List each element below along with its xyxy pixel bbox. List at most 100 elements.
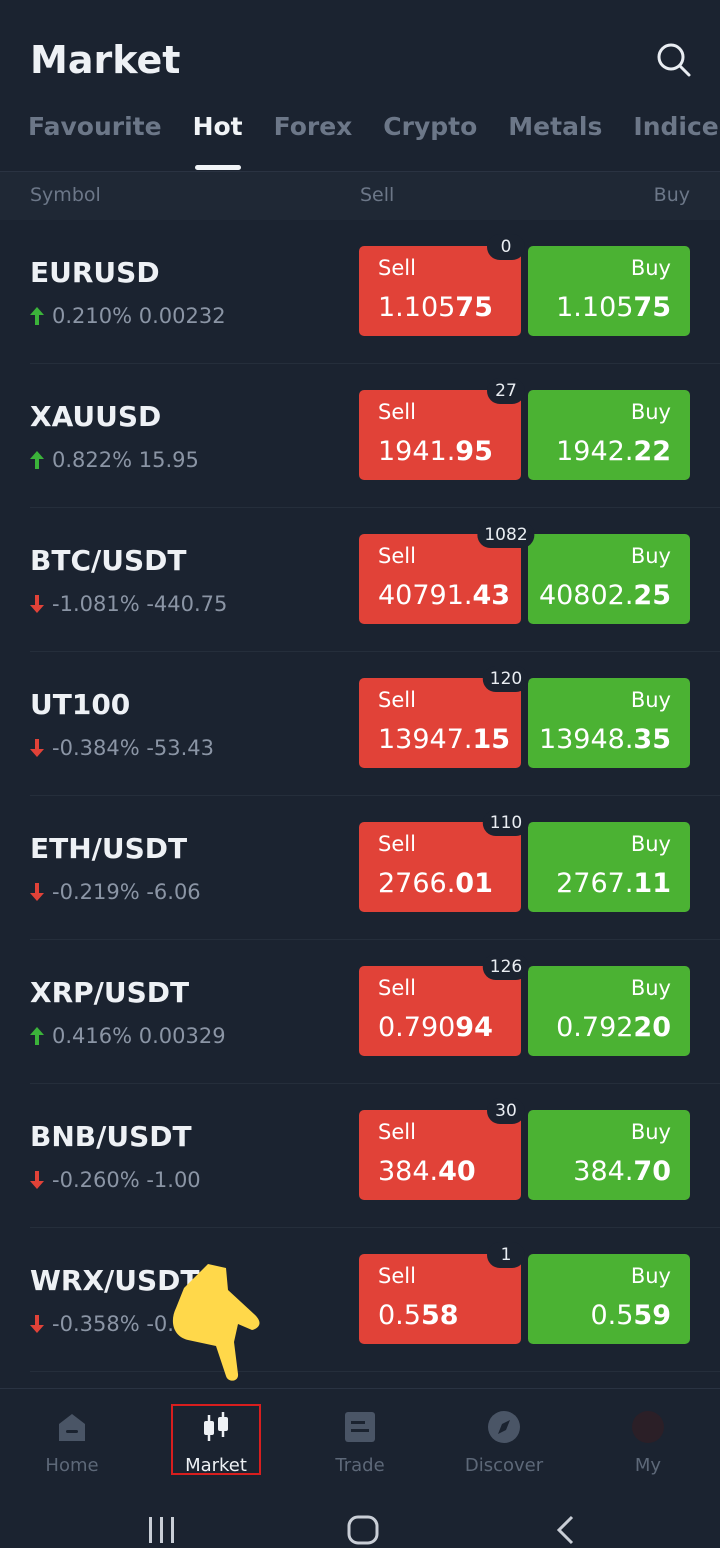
- market-row[interactable]: EURUSD 0.210% 0.00232 Sell 1.10575 Buy 1…: [30, 220, 720, 364]
- arrow-up-icon: [30, 1027, 44, 1045]
- buy-price-main: 2767.: [556, 868, 634, 899]
- arrow-up-icon: [30, 451, 44, 469]
- market-row[interactable]: UT100 -0.384% -53.43 Sell 13947.15 Buy 1…: [30, 652, 720, 796]
- buy-button[interactable]: Buy 384.70: [528, 1110, 690, 1200]
- arrow-down-icon: [30, 883, 44, 901]
- nav-my[interactable]: My: [576, 1389, 720, 1489]
- arrow-down-icon: [30, 1315, 44, 1333]
- price-change: -0.219% -6.06: [30, 880, 201, 904]
- home-icon: [59, 1414, 85, 1441]
- recent-apps-icon[interactable]: [149, 1517, 174, 1543]
- sell-price-main: 40791.: [378, 580, 473, 611]
- market-highlight-box: [171, 1404, 261, 1475]
- sell-price: 40791.43: [378, 580, 510, 611]
- sell-label: Sell: [378, 256, 416, 280]
- arrow-down-icon: [30, 595, 44, 613]
- buy-button[interactable]: Buy 2767.11: [528, 822, 690, 912]
- buy-label: Buy: [630, 1120, 671, 1144]
- nav-trade[interactable]: Trade: [288, 1389, 432, 1489]
- nav-my-label: My: [634, 1455, 662, 1476]
- spread-badge: 30: [487, 1098, 525, 1124]
- buy-price-pips: 20: [633, 1012, 671, 1043]
- buy-button[interactable]: Buy 1942.22: [528, 390, 690, 480]
- buy-label: Buy: [630, 256, 671, 280]
- symbol-name: BNB/USDT: [30, 1120, 192, 1153]
- buy-price-pips: 75: [633, 292, 671, 323]
- sell-price-main: 1941.: [378, 436, 456, 467]
- sell-label: Sell: [378, 1264, 416, 1288]
- buy-button[interactable]: Buy 0.79220: [528, 966, 690, 1056]
- sell-price-main: 13947.: [378, 724, 473, 755]
- back-icon[interactable]: [556, 1515, 574, 1545]
- bottom-navigation: Home Market Trade Discover My: [0, 1388, 720, 1488]
- tab-forex[interactable]: Forex: [274, 112, 353, 172]
- buy-button[interactable]: Buy 0.559: [528, 1254, 690, 1344]
- sell-price-pips: 94: [455, 1012, 493, 1043]
- sell-price-pips: 95: [455, 436, 493, 467]
- buy-label: Buy: [630, 400, 671, 424]
- price-change-text: 0.210% 0.00232: [52, 304, 226, 328]
- sell-label: Sell: [378, 400, 416, 424]
- market-row[interactable]: XAUUSD 0.822% 15.95 Sell 1941.95 Buy 194…: [30, 364, 720, 508]
- sell-price-main: 1.105: [378, 292, 456, 323]
- sell-price-pips: 75: [455, 292, 493, 323]
- market-row[interactable]: WRX/USDT -0.358% -0. Sell 0.558 Buy 0.55…: [30, 1228, 720, 1372]
- tab-metals[interactable]: Metals: [508, 112, 602, 172]
- buy-button[interactable]: Buy 40802.25: [528, 534, 690, 624]
- sell-price-pips: 40: [438, 1156, 476, 1187]
- spread-badge: 120: [482, 666, 530, 692]
- sell-price-pips: 58: [420, 1300, 459, 1331]
- arrow-up-icon: [30, 307, 44, 325]
- tab-crypto[interactable]: Crypto: [383, 112, 477, 172]
- spread-badge: 27: [487, 378, 525, 404]
- market-row[interactable]: XRP/USDT 0.416% 0.00329 Sell 0.79094 Buy…: [30, 940, 720, 1084]
- nav-discover[interactable]: Discover: [432, 1389, 576, 1489]
- spread-badge: 1: [487, 1242, 525, 1268]
- column-sell: Sell: [360, 184, 395, 206]
- sell-price: 1.10575: [378, 292, 493, 323]
- price-change: 0.416% 0.00329: [30, 1024, 226, 1048]
- spread-badge: 0: [487, 234, 525, 260]
- buy-price: 1.10575: [556, 292, 671, 323]
- price-change: 0.210% 0.00232: [30, 304, 226, 328]
- sell-price: 2766.01: [378, 868, 493, 899]
- price-change: -0.384% -53.43: [30, 736, 214, 760]
- buy-label: Buy: [630, 688, 671, 712]
- buy-price-main: 1.105: [556, 292, 634, 323]
- buy-price-main: 13948.: [538, 724, 634, 755]
- nav-home[interactable]: Home: [0, 1389, 144, 1489]
- buy-price: 0.79220: [556, 1012, 671, 1043]
- market-row[interactable]: BNB/USDT -0.260% -1.00 Sell 384.40 Buy 3…: [30, 1084, 720, 1228]
- market-row[interactable]: BTC/USDT -1.081% -440.75 Sell 40791.43 B…: [30, 508, 720, 652]
- sell-price: 384.40: [378, 1156, 476, 1187]
- column-buy: Buy: [653, 184, 690, 206]
- document-icon: [345, 1412, 375, 1442]
- tab-favourite[interactable]: Favourite: [28, 112, 162, 172]
- arrow-down-icon: [30, 1171, 44, 1189]
- buy-label: Buy: [630, 832, 671, 856]
- sell-price-main: 0.790: [378, 1012, 456, 1043]
- home-button-icon[interactable]: [347, 1515, 379, 1545]
- buy-price-pips: 70: [633, 1156, 671, 1187]
- buy-price: 1942.22: [556, 436, 671, 467]
- tab-indices[interactable]: Indices: [633, 112, 720, 172]
- sell-price-pips: 43: [472, 580, 511, 611]
- market-row[interactable]: ETH/USDT -0.219% -6.06 Sell 2766.01 Buy …: [30, 796, 720, 940]
- symbol-name: BTC/USDT: [30, 544, 187, 577]
- price-change-text: 0.416% 0.00329: [52, 1024, 226, 1048]
- column-header: Symbol Sell Buy: [0, 172, 720, 220]
- sell-price-pips: 01: [455, 868, 493, 899]
- system-navigation-bar: [0, 1490, 720, 1548]
- search-icon[interactable]: [656, 42, 692, 78]
- symbol-name: ETH/USDT: [30, 832, 188, 865]
- sell-price-main: 384.: [378, 1156, 439, 1187]
- sell-price: 0.558: [378, 1300, 459, 1331]
- buy-button[interactable]: Buy 1.10575: [528, 246, 690, 336]
- page-title: Market: [30, 38, 181, 82]
- tab-hot[interactable]: Hot: [193, 112, 243, 172]
- buy-button[interactable]: Buy 13948.35: [528, 678, 690, 768]
- buy-price-pips: 35: [633, 724, 671, 755]
- symbol-name: UT100: [30, 688, 131, 721]
- price-change: -1.081% -440.75: [30, 592, 227, 616]
- buy-price: 2767.11: [556, 868, 671, 899]
